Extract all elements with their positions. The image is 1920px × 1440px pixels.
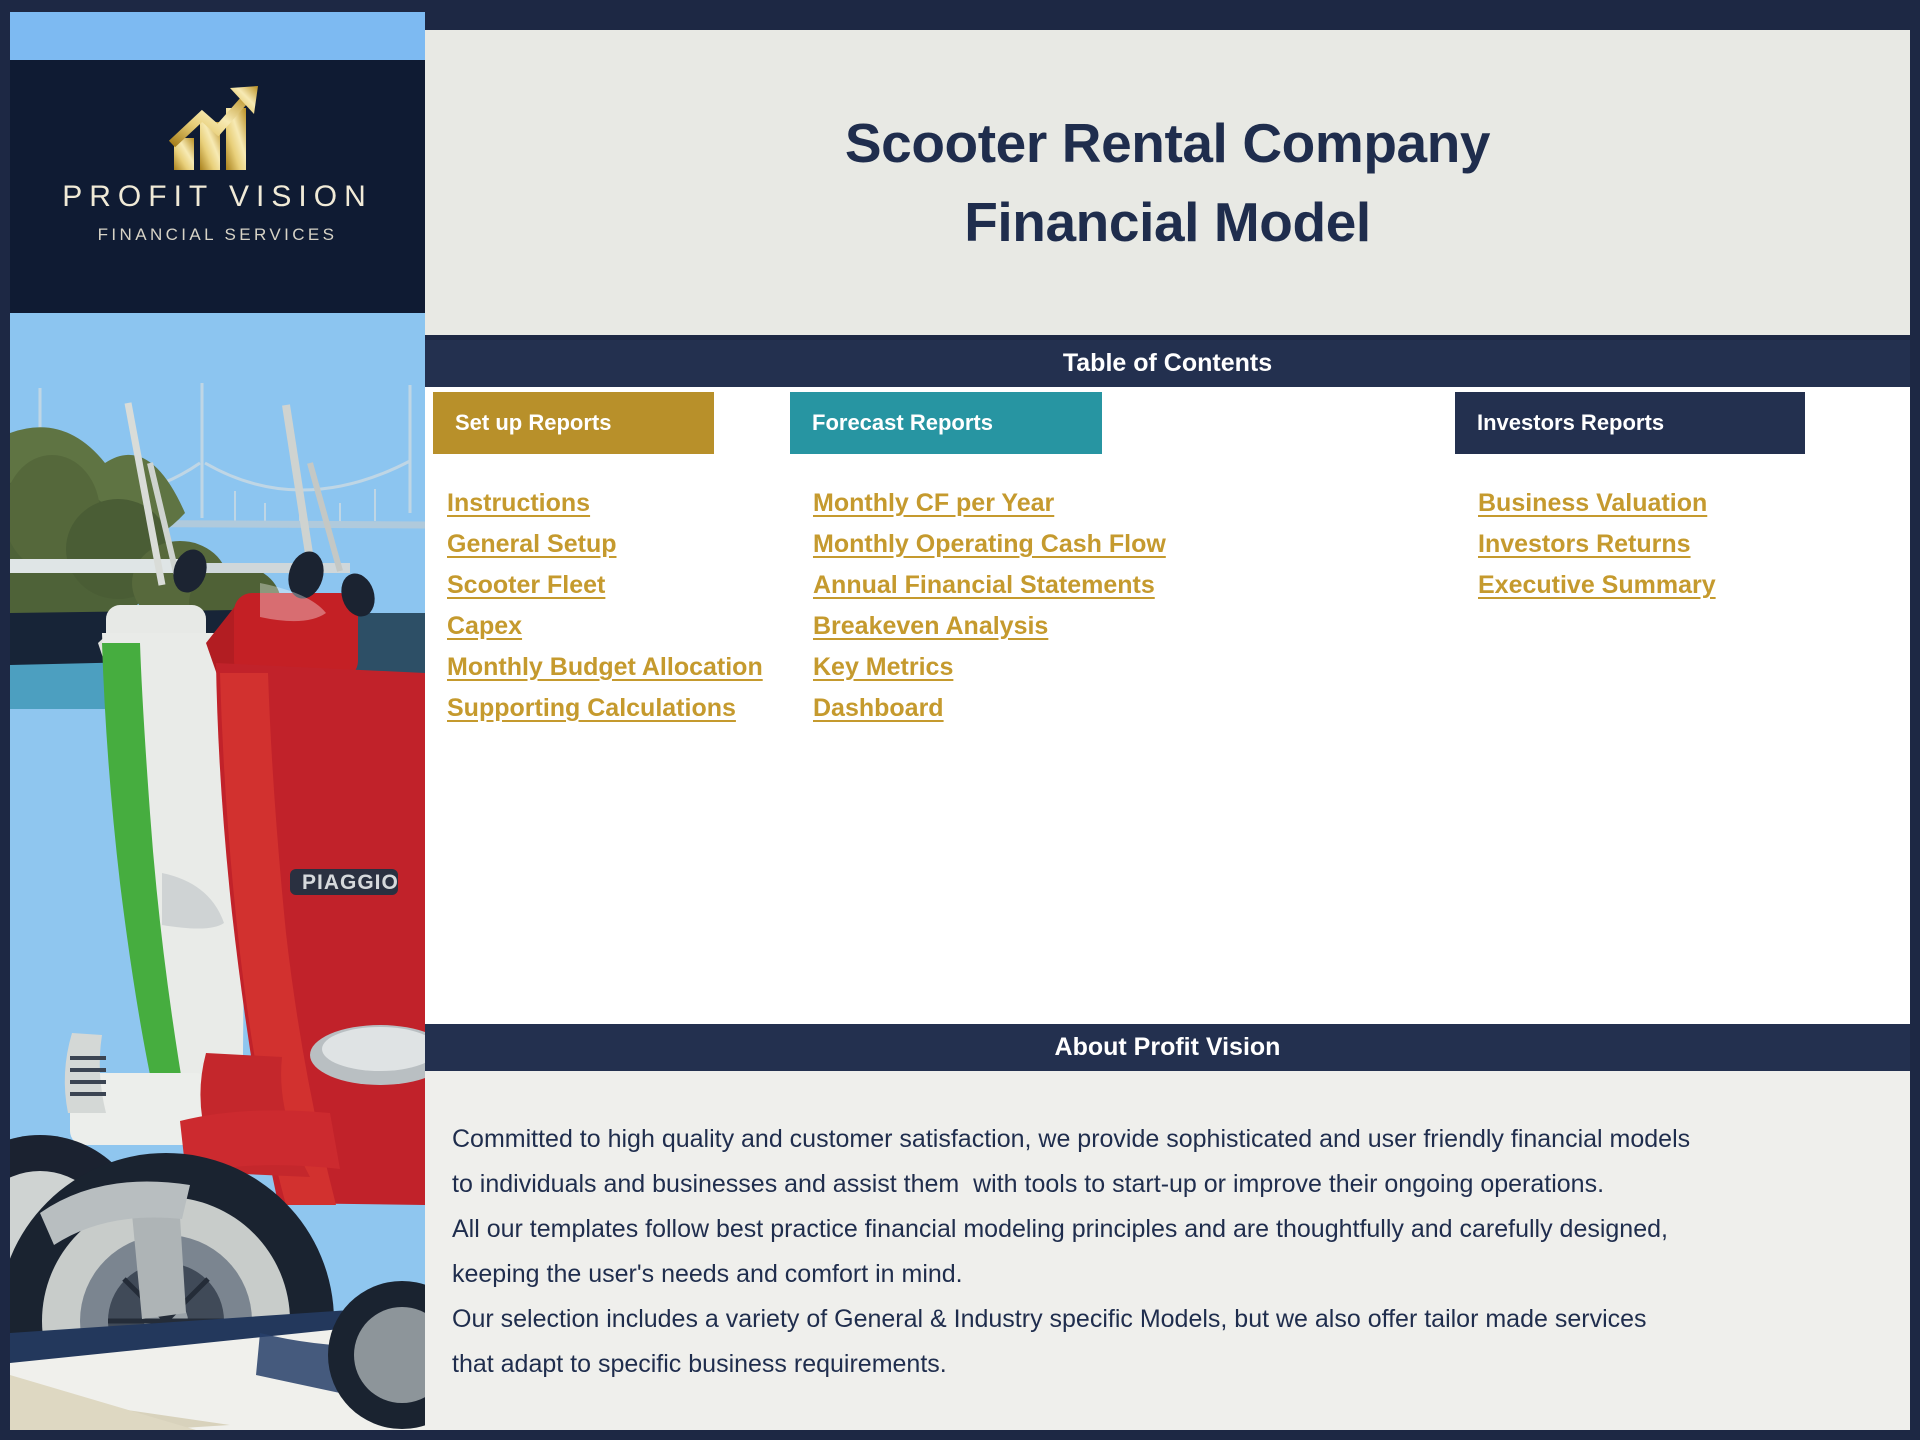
category-header-forecast-reports[interactable]: Forecast Reports bbox=[790, 392, 1102, 454]
link-column-forecast-reports: Monthly CF per Year Monthly Operating Ca… bbox=[813, 483, 1173, 729]
main-content: Scooter Rental Company Financial Model T… bbox=[425, 12, 1910, 1430]
financial-model-cover-page: PROFIT VISION FINANCIAL SERVICES PIAGGIO… bbox=[0, 0, 1920, 1440]
link-monthly-operating-cash-flow[interactable]: Monthly Operating Cash Flow bbox=[813, 524, 1173, 565]
category-label: Forecast Reports bbox=[812, 410, 993, 435]
page-title-line1: Scooter Rental Company bbox=[844, 112, 1491, 175]
category-header-setup-reports[interactable]: Set up Reports bbox=[433, 392, 714, 454]
link-general-setup[interactable]: General Setup bbox=[447, 524, 777, 565]
link-investors-returns[interactable]: Investors Returns bbox=[1478, 524, 1818, 565]
company-tagline: FINANCIAL SERVICES bbox=[97, 225, 338, 244]
about-band: About Profit Vision bbox=[425, 1024, 1910, 1071]
category-header-investors-reports[interactable]: Investors Reports bbox=[1455, 392, 1805, 454]
company-name: PROFIT VISION bbox=[62, 180, 373, 213]
about-band-label: About Profit Vision bbox=[1054, 1033, 1281, 1061]
category-header-row: Set up Reports Forecast Reports Investor… bbox=[425, 387, 1910, 474]
table-of-contents-band: Table of Contents bbox=[425, 340, 1910, 387]
svg-text:PIAGGIO: PIAGGIO bbox=[302, 871, 399, 894]
table-of-contents-label: Table of Contents bbox=[1062, 349, 1273, 377]
link-key-metrics[interactable]: Key Metrics bbox=[813, 647, 1173, 688]
link-supporting-calculations[interactable]: Supporting Calculations bbox=[447, 688, 777, 729]
link-business-valuation[interactable]: Business Valuation bbox=[1478, 483, 1818, 524]
about-line: that adapt to specific business requirem… bbox=[452, 1350, 947, 1378]
link-dashboard[interactable]: Dashboard bbox=[813, 688, 1173, 729]
growth-bar-chart-arrow-icon bbox=[164, 82, 272, 174]
category-label: Investors Reports bbox=[1477, 410, 1665, 435]
link-column-setup-reports: Instructions General Setup Scooter Fleet… bbox=[447, 483, 777, 729]
link-breakeven-analysis[interactable]: Breakeven Analysis bbox=[813, 606, 1173, 647]
link-column-investors-reports: Business Valuation Investors Returns Exe… bbox=[1478, 483, 1818, 606]
sidebar: PROFIT VISION FINANCIAL SERVICES PIAGGIO bbox=[10, 12, 425, 1430]
link-scooter-fleet[interactable]: Scooter Fleet bbox=[447, 565, 777, 606]
link-monthly-cf-per-year[interactable]: Monthly CF per Year bbox=[813, 483, 1173, 524]
about-line: All our templates follow best practice f… bbox=[452, 1215, 1668, 1243]
about-panel: Committed to high quality and customer s… bbox=[425, 1071, 1910, 1430]
link-executive-summary[interactable]: Executive Summary bbox=[1478, 565, 1818, 606]
about-line: Committed to high quality and customer s… bbox=[452, 1125, 1691, 1153]
about-line: keeping the user's needs and comfort in … bbox=[452, 1260, 963, 1288]
link-capex[interactable]: Capex bbox=[447, 606, 777, 647]
link-monthly-budget-allocation[interactable]: Monthly Budget Allocation bbox=[447, 647, 777, 688]
about-line: to individuals and businesses and assist… bbox=[452, 1170, 1605, 1198]
link-annual-financial-statements[interactable]: Annual Financial Statements bbox=[813, 565, 1173, 606]
sky-strip bbox=[10, 12, 425, 60]
link-instructions[interactable]: Instructions bbox=[447, 483, 777, 524]
about-line: Our selection includes a variety of Gene… bbox=[452, 1305, 1647, 1333]
logo-panel: PROFIT VISION FINANCIAL SERVICES bbox=[10, 60, 425, 313]
scooters-photo: PIAGGIO bbox=[10, 313, 425, 1430]
page-title-line2: Financial Model bbox=[964, 190, 1371, 253]
table-of-contents-panel: Set up Reports Forecast Reports Investor… bbox=[425, 387, 1910, 1024]
category-label: Set up Reports bbox=[455, 410, 612, 435]
title-card: Scooter Rental Company Financial Model bbox=[425, 30, 1910, 335]
